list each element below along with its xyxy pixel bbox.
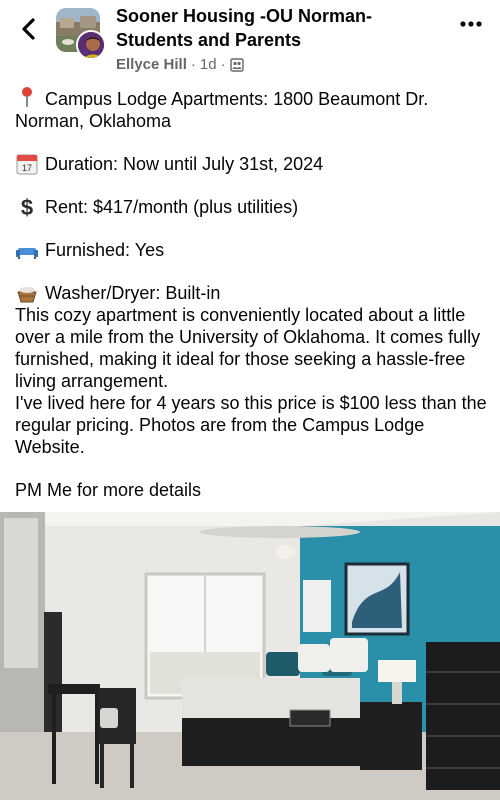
location-text: Campus Lodge Apartments: 1800 Beaumont D… <box>15 89 429 131</box>
post-body: Campus Lodge Apartments: 1800 Beaumont D… <box>15 86 487 501</box>
rent-line: $ Rent: $417/month (plus utilities) <box>15 196 487 218</box>
rent-text: Rent: $417/month (plus utilities) <box>45 197 299 217</box>
washer-text: Washer/Dryer: Built-in <box>45 283 221 303</box>
group-name[interactable]: Sooner Housing -OU Norman- Students and … <box>116 4 436 52</box>
furnished-line: Furnished: Yes <box>15 239 487 261</box>
post-meta: Ellyce Hill · 1d · <box>116 55 244 75</box>
location-line: Campus Lodge Apartments: 1800 Beaumont D… <box>15 86 487 132</box>
post-time[interactable]: 1d <box>200 55 217 75</box>
more-dots-icon[interactable] <box>456 14 486 34</box>
meta-separator: · <box>220 56 226 73</box>
avatar[interactable] <box>56 8 108 60</box>
duration-text: Duration: Now until July 31st, 2024 <box>45 154 324 174</box>
post-header: Sooner Housing -OU Norman- Students and … <box>0 0 500 80</box>
pin-icon <box>22 87 32 107</box>
description-text: This cozy apartment is conveniently loca… <box>15 305 481 391</box>
dollar-icon: $ <box>21 196 33 218</box>
washer-line: Washer/Dryer: Built-in <box>15 282 487 304</box>
history-text: I've lived here for 4 years so this pric… <box>15 393 487 457</box>
group-audience-icon <box>229 58 244 72</box>
post-photo[interactable] <box>0 512 500 800</box>
couch-icon <box>16 248 38 259</box>
furnished-text: Furnished: Yes <box>45 240 165 260</box>
meta-separator: · <box>190 56 196 73</box>
back-chevron-icon[interactable] <box>14 12 44 46</box>
basket-icon <box>17 287 37 303</box>
user-avatar[interactable] <box>76 30 106 60</box>
duration-line: 17 Duration: Now until July 31st, 2024 <box>15 153 487 175</box>
svg-text:17: 17 <box>22 163 32 173</box>
calendar-icon: 17 <box>16 154 38 175</box>
bedroom-photo <box>0 512 500 800</box>
cta-text: PM Me for more details <box>15 480 202 500</box>
svg-text:$: $ <box>21 196 33 218</box>
author-name[interactable]: Ellyce Hill <box>116 55 187 75</box>
